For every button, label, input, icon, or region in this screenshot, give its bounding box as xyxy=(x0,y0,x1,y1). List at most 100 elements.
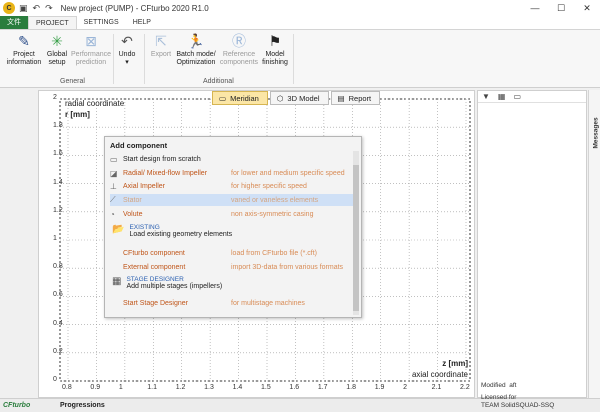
stator-icon: ⟋ xyxy=(110,195,116,204)
modified-label: Modified aft xyxy=(481,382,517,389)
y-tick-label: 1.2 xyxy=(53,206,63,214)
existing-text: Load existing geometry elements xyxy=(129,231,233,238)
tab-report[interactable]: ▤ Report xyxy=(330,91,381,105)
model-finishing-button[interactable]: ⚑ Model finishing xyxy=(260,33,290,67)
messages-label: Messages xyxy=(592,117,600,149)
x-tick-label: 0.8 xyxy=(62,384,72,391)
close-icon[interactable]: ✕ xyxy=(574,0,600,16)
axial-impeller-icon: ⊥ xyxy=(110,181,117,191)
undo-icon[interactable]: ↶ xyxy=(33,3,41,14)
quick-access-toolbar: ▣ ↶ ↷ xyxy=(19,3,53,14)
y-tick-label: 1 xyxy=(53,235,57,242)
popup-title: Add component xyxy=(110,141,168,150)
progressions-label[interactable]: Progressions xyxy=(60,402,105,409)
x-tick-label: 2.1 xyxy=(431,384,442,391)
window-controls: — ☐ ✕ xyxy=(522,0,600,16)
export-button[interactable]: ⇱ Export xyxy=(148,33,174,59)
add-component-popup: Add component ▭ Start design from scratc… xyxy=(104,136,362,318)
ribbon-tabs: 文件 PROJECT SETTINGS HELP xyxy=(0,16,600,30)
list-item-axial-impeller[interactable]: ⊥ Axial Impeller for higher specific spe… xyxy=(110,180,356,192)
x-tick-label: 1.9 xyxy=(374,384,385,391)
existing-section: 📂 EXISTING Load existing geometry elemen… xyxy=(112,224,232,238)
x-axis-label: axial coordinate xyxy=(411,370,468,379)
stage-designer-icon: ▦ xyxy=(112,276,122,287)
licensed-to: TEAM SolidSQUAD-SSQ xyxy=(481,402,555,409)
x-tick-label: 2.2 xyxy=(460,384,470,391)
start-from-scratch: ▭ Start design from scratch xyxy=(110,154,201,164)
y-tick-label: 0.8 xyxy=(53,263,63,271)
runner-icon: 🏃 xyxy=(187,33,205,49)
volute-icon: ◔ xyxy=(110,209,115,219)
list-item-volute[interactable]: ◔ Volute non axis-symmetric casing xyxy=(110,208,356,220)
maximize-icon[interactable]: ☐ xyxy=(548,0,574,16)
list-item-external-component[interactable]: External component import 3D-data from v… xyxy=(110,261,356,273)
x-tick-label: 1.2 xyxy=(175,384,186,391)
x-tick-label: 0.9 xyxy=(90,384,101,391)
undo-button[interactable]: ↶ Undo ▾ xyxy=(116,33,138,67)
y-tick-label: 2 xyxy=(53,94,57,101)
app-icon[interactable]: C xyxy=(3,2,15,14)
group-label-general: General xyxy=(60,78,85,85)
x-tick-label: 1.3 xyxy=(204,384,214,391)
scrollbar-thumb[interactable] xyxy=(353,165,359,311)
licensed-label: Licensed for xyxy=(481,394,517,401)
list-item-stator[interactable]: ⟋ Stator vaned or vaneless elements xyxy=(110,194,356,206)
stage-header: STAGE DESIGNER xyxy=(126,276,184,283)
x-tick-label: 1 xyxy=(118,384,123,391)
global-setup-button[interactable]: ✳ Global setup xyxy=(44,33,70,67)
performance-prediction-button[interactable]: ⊠ Performance prediction xyxy=(70,33,112,67)
view-tabs: ▭ Meridian ⬡ 3D Model ▤ Report xyxy=(212,91,381,105)
reference-components-button[interactable]: Ⓡ Reference components xyxy=(219,33,259,67)
blank-document-icon: ▭ xyxy=(110,154,118,164)
x-tick-label: 1.7 xyxy=(317,384,328,391)
popup-scrollbar[interactable] xyxy=(353,151,359,315)
y-tick-label: 0.4 xyxy=(53,319,63,327)
stage-designer-section: ▦ STAGE DESIGNER Add multiple stages (im… xyxy=(112,276,222,290)
redo-icon[interactable]: ↷ xyxy=(45,3,53,14)
y-tick-label: 1.4 xyxy=(53,178,63,186)
group-label-additional: Additional xyxy=(203,78,234,85)
existing-header: EXISTING xyxy=(129,224,160,231)
performance-chart-icon: ⊠ xyxy=(85,33,97,49)
ribbon-separator xyxy=(113,34,114,84)
filter-icon[interactable]: ▼ xyxy=(482,92,490,101)
x-tick-label: 1.5 xyxy=(261,384,271,391)
x-tick-label: 2 xyxy=(403,384,408,391)
y-axis-label: radial coordinate xyxy=(65,99,125,108)
grid-icon[interactable]: ▦ xyxy=(498,92,506,101)
reference-icon: Ⓡ xyxy=(232,33,246,49)
chevron-down-icon: ▾ xyxy=(125,59,129,66)
ribbon-separator xyxy=(293,34,294,84)
checkered-flag-icon: ⚑ xyxy=(268,33,282,49)
y-tick-label: 1.8 xyxy=(53,122,63,130)
y-tick-label: 0.2 xyxy=(53,347,63,355)
brand-logo: CFturbo xyxy=(3,402,31,409)
folder-open-icon: 📂 xyxy=(112,224,125,235)
messages-sidebar[interactable]: Messages xyxy=(588,90,600,398)
y-tick-label: 0.6 xyxy=(53,291,63,299)
window-title: New project (PUMP) - CFturbo 2020 R1.0 xyxy=(60,3,209,13)
stage-text: Add multiple stages (impellers) xyxy=(126,283,223,290)
ribbon: ✎ Project information ✳ Global setup ⊠ P… xyxy=(0,30,600,88)
x-tick-label: 1.4 xyxy=(232,384,243,391)
list-item-radial-impeller[interactable]: ◪ Radial/ Mixed-flow Impeller for lower … xyxy=(110,167,356,179)
title-bar: C ▣ ↶ ↷ New project (PUMP) - CFturbo 202… xyxy=(0,0,600,16)
report-icon: ▤ xyxy=(337,94,345,103)
list-item-start-stage-designer[interactable]: Start Stage Designer for multistage mach… xyxy=(110,297,356,309)
meridian-icon: ▭ xyxy=(219,94,227,103)
tab-meridian[interactable]: ▭ Meridian xyxy=(212,91,268,105)
tab-settings[interactable]: SETTINGS xyxy=(77,16,126,29)
batch-mode-button[interactable]: 🏃 Batch mode/ Optimization xyxy=(174,33,218,67)
list-item-cfturbo-component[interactable]: CFturbo component load from CFturbo file… xyxy=(110,247,356,259)
tab-3d-model[interactable]: ⬡ 3D Model xyxy=(269,91,329,105)
export-icon: ⇱ xyxy=(155,33,167,49)
minimize-icon[interactable]: — xyxy=(522,0,548,16)
project-information-button[interactable]: ✎ Project information xyxy=(4,33,44,67)
edit-icon[interactable]: ▭ xyxy=(513,92,521,101)
tab-project[interactable]: PROJECT xyxy=(28,16,77,29)
tab-file[interactable]: 文件 xyxy=(0,16,28,29)
radial-impeller-icon: ◪ xyxy=(110,168,118,178)
tab-help[interactable]: HELP xyxy=(126,16,158,29)
save-icon[interactable]: ▣ xyxy=(19,3,28,14)
document-edit-icon: ✎ xyxy=(18,33,30,49)
